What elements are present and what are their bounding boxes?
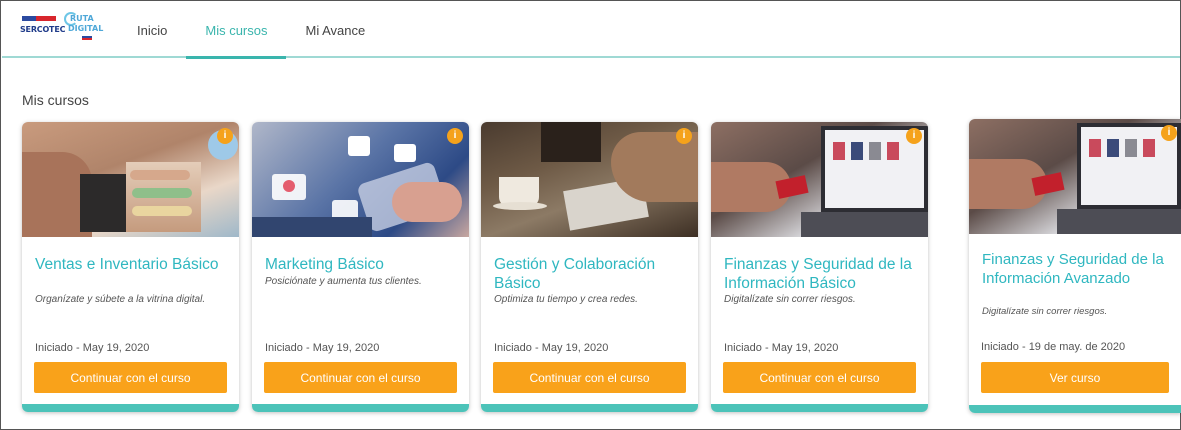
logo[interactable]: SERCOTEC RUTA DIGITAL — [20, 12, 108, 46]
view-course-button[interactable]: Ver curso — [981, 362, 1169, 393]
course-card: i Ventas e Inventario Básico Organízate … — [22, 122, 239, 412]
info-icon[interactable]: i — [447, 128, 463, 144]
card-accent-bar — [481, 404, 698, 412]
course-title: Gestión y Colaboración Básico — [494, 256, 656, 292]
sercotec-logo: SERCOTEC — [20, 12, 65, 42]
course-subtitle: Digitalízate sin correr riesgos. — [982, 306, 1108, 317]
main-nav: Inicio Mis cursos Mi Avance — [118, 2, 384, 59]
nav-item-mi-avance[interactable]: Mi Avance — [286, 2, 384, 58]
course-title: Ventas e Inventario Básico — [35, 256, 219, 273]
course-status: Iniciado - May 19, 2020 — [265, 342, 380, 354]
info-icon[interactable]: i — [906, 128, 922, 144]
nav-item-inicio[interactable]: Inicio — [118, 2, 186, 58]
course-status: Iniciado - 19 de may. de 2020 — [981, 341, 1126, 353]
card-accent-bar — [711, 404, 928, 412]
nav-item-mis-cursos[interactable]: Mis cursos — [186, 2, 287, 59]
course-image — [22, 122, 239, 237]
course-card: i Finanzas y Seguridad de la Información… — [711, 122, 928, 412]
course-subtitle: Digitalízate sin correr riesgos. — [724, 294, 856, 305]
course-title: Finanzas y Seguridad de la Información A… — [982, 251, 1164, 287]
card-accent-bar — [252, 404, 469, 412]
top-navbar: SERCOTEC RUTA DIGITAL Inicio Mis cursos … — [2, 2, 1180, 59]
ruta-digital-logo: RUTA DIGITAL — [64, 12, 108, 46]
page-title: Mis cursos — [22, 92, 89, 108]
course-title: Marketing Básico — [265, 256, 384, 273]
sercotec-logo-text: SERCOTEC — [20, 25, 66, 34]
digital-logo-text: DIGITAL — [68, 24, 104, 33]
course-card: i Finanzas y Seguridad de la Información… — [969, 119, 1181, 413]
app-frame: SERCOTEC RUTA DIGITAL Inicio Mis cursos … — [0, 0, 1181, 430]
course-subtitle: Posiciónate y aumenta tus clientes. — [265, 276, 422, 287]
continue-course-button[interactable]: Continuar con el curso — [493, 362, 686, 393]
course-status: Iniciado - May 19, 2020 — [724, 342, 839, 354]
card-accent-bar — [22, 404, 239, 412]
info-icon[interactable]: i — [1161, 125, 1177, 141]
course-status: Iniciado - May 19, 2020 — [494, 342, 609, 354]
info-icon[interactable]: i — [217, 128, 233, 144]
course-status: Iniciado - May 19, 2020 — [35, 342, 150, 354]
ruta-logo-text: RUTA — [70, 14, 94, 23]
course-image — [711, 122, 928, 237]
course-card: i Marketing Básico Posiciónate y aumenta… — [252, 122, 469, 412]
continue-course-button[interactable]: Continuar con el curso — [264, 362, 457, 393]
course-image — [969, 119, 1181, 234]
info-icon[interactable]: i — [676, 128, 692, 144]
continue-course-button[interactable]: Continuar con el curso — [34, 362, 227, 393]
course-image — [252, 122, 469, 237]
continue-course-button[interactable]: Continuar con el curso — [723, 362, 916, 393]
course-card: i Gestión y Colaboración Básico Optimiza… — [481, 122, 698, 412]
course-image — [481, 122, 698, 237]
course-subtitle: Organízate y súbete a la vitrina digital… — [35, 294, 206, 305]
card-accent-bar — [969, 405, 1181, 413]
course-subtitle: Optimiza tu tiempo y crea redes. — [494, 294, 638, 305]
course-title: Finanzas y Seguridad de la Información B… — [724, 256, 912, 292]
